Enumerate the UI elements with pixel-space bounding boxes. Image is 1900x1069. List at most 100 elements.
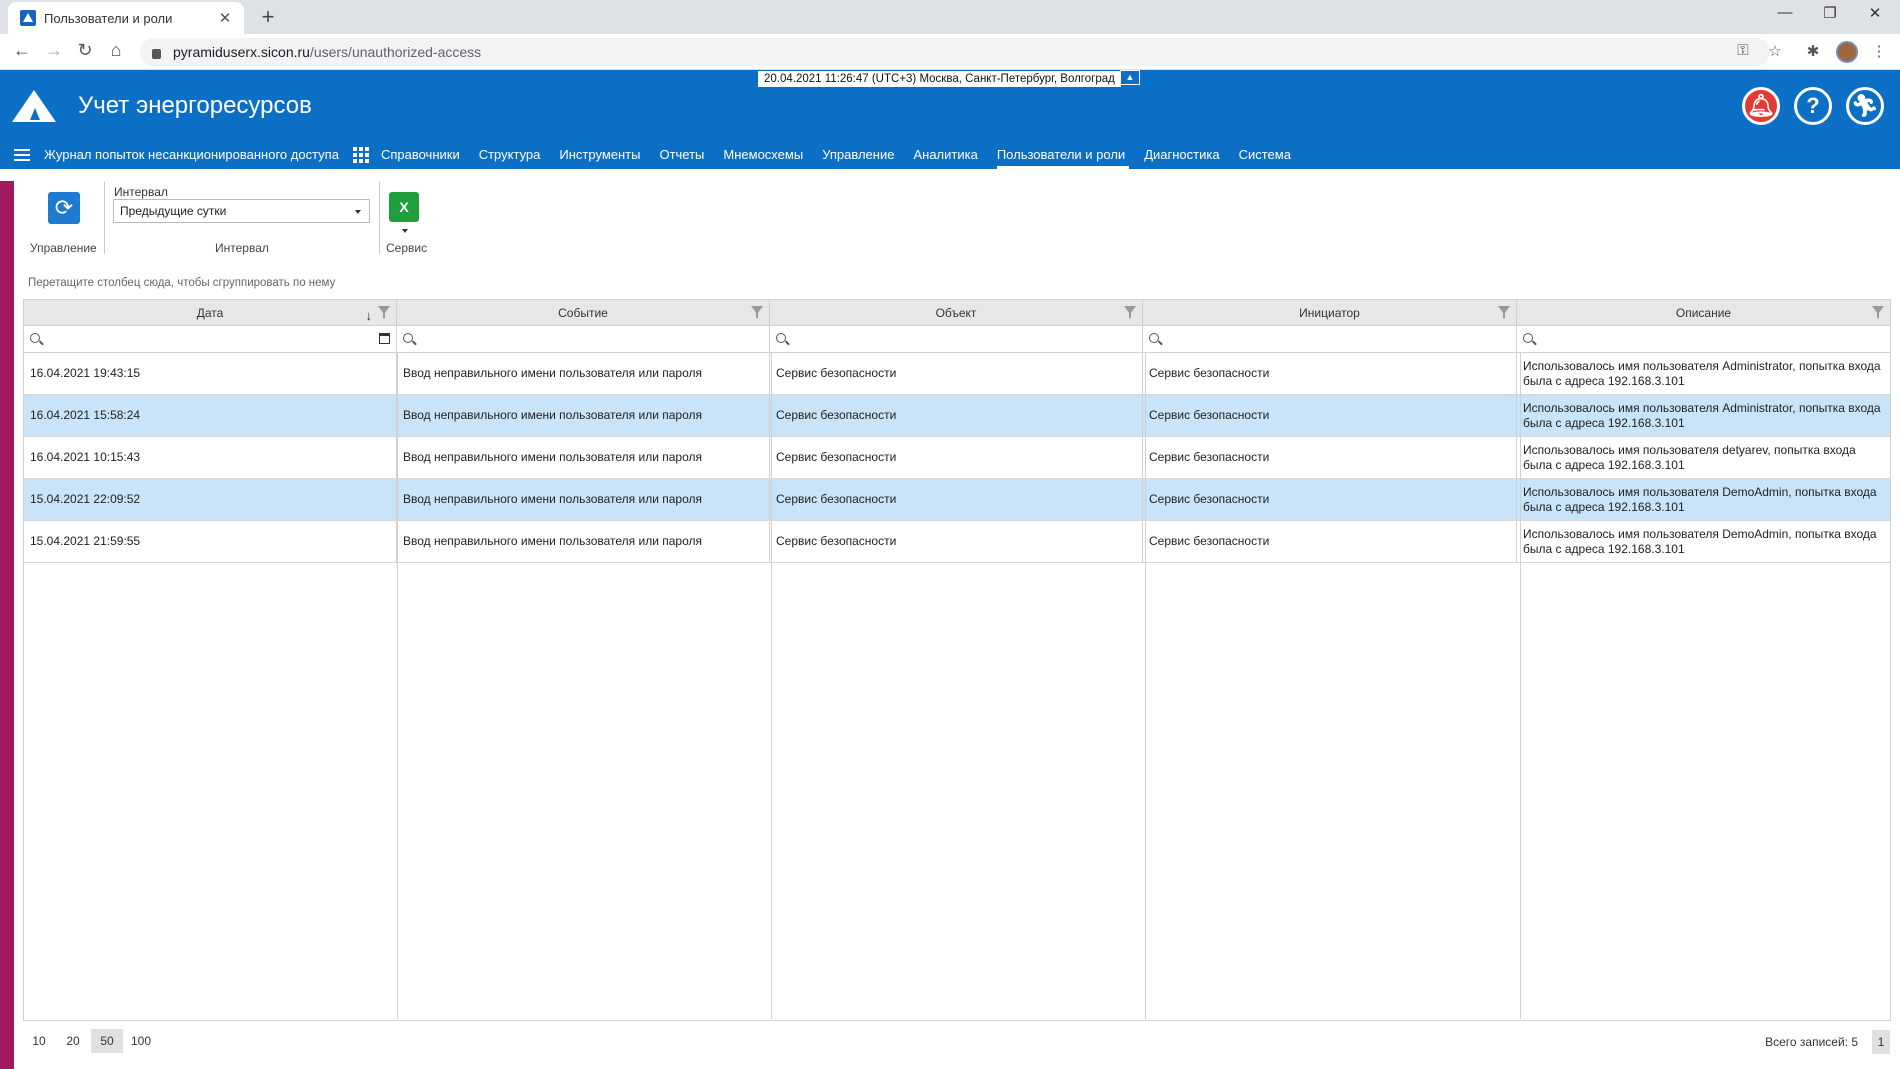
menu-item-structure[interactable]: Структура bbox=[479, 140, 541, 169]
page-size-100[interactable]: 100 bbox=[125, 1029, 157, 1053]
page-size-20[interactable]: 20 bbox=[57, 1029, 89, 1053]
filter-icon[interactable] bbox=[1124, 306, 1136, 318]
column-header-object[interactable]: Объект bbox=[770, 300, 1143, 326]
menu-item-tools[interactable]: Инструменты bbox=[559, 140, 640, 169]
new-tab-icon[interactable]: + bbox=[256, 4, 280, 30]
cell-event: Ввод неправильного имени пользователя ил… bbox=[397, 479, 770, 520]
event-filter-input[interactable] bbox=[397, 326, 770, 352]
excel-export-button[interactable]: X bbox=[389, 192, 419, 222]
interval-field-label: Интервал bbox=[114, 185, 168, 199]
table-row[interactable]: 15.04.2021 21:59:55 Ввод неправильного и… bbox=[24, 521, 1890, 563]
chevron-down-icon bbox=[355, 210, 361, 214]
table-row[interactable]: 15.04.2021 22:09:52 Ввод неправильного и… bbox=[24, 479, 1890, 521]
filter-icon[interactable] bbox=[1872, 306, 1884, 318]
interval-select[interactable]: Предыдущие сутки bbox=[113, 199, 370, 223]
menu-item-reports[interactable]: Отчеты bbox=[659, 140, 704, 169]
cell-object: Сервис безопасности bbox=[770, 395, 1143, 436]
key-icon[interactable]: ⚿ bbox=[1732, 42, 1754, 59]
cell-object: Сервис безопасности bbox=[770, 521, 1143, 562]
browser-menu-icon[interactable]: ⋮ bbox=[1868, 42, 1890, 60]
description-filter-input[interactable] bbox=[1517, 326, 1890, 352]
help-icon[interactable]: ? bbox=[1794, 87, 1832, 125]
clock-collapse-icon[interactable]: ▲ bbox=[1120, 70, 1140, 85]
cell-date: 15.04.2021 21:59:55 bbox=[24, 521, 397, 562]
column-header-date[interactable]: Дата ↓ bbox=[24, 300, 397, 326]
object-filter-input[interactable] bbox=[770, 326, 1143, 352]
menu-item-users-roles[interactable]: Пользователи и роли bbox=[996, 140, 1130, 169]
toolbar-separator bbox=[104, 182, 105, 254]
service-group-label: Сервис bbox=[386, 241, 428, 255]
browser-tabbar: Пользователи и роли ✕ + — ❐ ✕ bbox=[0, 0, 1900, 34]
cell-date: 16.04.2021 10:15:43 bbox=[24, 437, 397, 478]
main-menu: Журнал попыток несанкционированного дост… bbox=[0, 140, 1310, 169]
url-host: pyramiduserx.sicon.ru bbox=[173, 44, 310, 60]
close-window-icon[interactable]: ✕ bbox=[1860, 4, 1890, 22]
date-filter-input[interactable] bbox=[24, 326, 397, 352]
search-icon bbox=[403, 333, 413, 343]
page-size-50[interactable]: 50 bbox=[91, 1029, 123, 1053]
back-icon[interactable]: ← bbox=[10, 40, 34, 61]
menu-item-analytics[interactable]: Аналитика bbox=[913, 140, 977, 169]
cell-description: Использовалось имя пользователя Administ… bbox=[1523, 358, 1881, 388]
filter-icon[interactable] bbox=[1498, 306, 1510, 318]
filter-row bbox=[24, 326, 1890, 353]
column-divider bbox=[771, 353, 772, 1019]
cell-description: Использовалось имя пользователя DemoAdmi… bbox=[1523, 484, 1877, 514]
menu-item-control[interactable]: Управление bbox=[822, 140, 894, 169]
group-panel-hint[interactable]: Перетащите столбец сюда, чтобы сгруппиро… bbox=[28, 277, 335, 289]
page-size-10[interactable]: 10 bbox=[23, 1029, 55, 1053]
menu-journal[interactable]: Журнал попыток несанкционированного дост… bbox=[44, 147, 339, 162]
excel-dropdown-icon[interactable] bbox=[402, 229, 408, 233]
column-divider bbox=[1145, 353, 1146, 1019]
minimize-icon[interactable]: — bbox=[1770, 4, 1800, 21]
logout-runner-icon[interactable]: 🏃︎ bbox=[1846, 87, 1884, 125]
menu-item-mnemonics[interactable]: Мнемосхемы bbox=[723, 140, 803, 169]
bookmark-star-icon[interactable]: ☆ bbox=[1764, 42, 1786, 60]
filter-icon[interactable] bbox=[751, 306, 763, 318]
table-row[interactable]: 16.04.2021 10:15:43 Ввод неправильного и… bbox=[24, 437, 1890, 479]
reload-icon[interactable]: ↻ bbox=[73, 40, 97, 61]
cell-description: Использовалось имя пользователя Administ… bbox=[1523, 400, 1881, 430]
cell-object: Сервис безопасности bbox=[770, 437, 1143, 478]
menu-item-diagnostics[interactable]: Диагностика bbox=[1144, 140, 1219, 169]
home-icon[interactable]: ⌂ bbox=[104, 40, 128, 61]
cell-event: Ввод неправильного имени пользователя ил… bbox=[397, 353, 770, 394]
table-row[interactable]: 16.04.2021 15:58:24 Ввод неправильного и… bbox=[24, 395, 1890, 437]
column-header-event[interactable]: Событие bbox=[397, 300, 770, 326]
refresh-button[interactable]: ⟳ bbox=[48, 192, 80, 224]
menu-item-directories[interactable]: Справочники bbox=[381, 140, 460, 169]
app-header: Учет энергоресурсов 20.04.2021 11:26:47 … bbox=[0, 70, 1900, 169]
cell-event: Ввод неправильного имени пользователя ил… bbox=[397, 521, 770, 562]
hamburger-menu-icon[interactable] bbox=[0, 140, 44, 169]
filter-icon[interactable] bbox=[378, 306, 390, 318]
lock-icon bbox=[152, 49, 161, 59]
extensions-icon[interactable]: ✱ bbox=[1802, 42, 1824, 60]
profile-avatar[interactable] bbox=[1836, 41, 1858, 63]
page-button[interactable]: 1 bbox=[1872, 1030, 1890, 1054]
server-clock: 20.04.2021 11:26:47 (UTC+3) Москва, Санк… bbox=[757, 70, 1122, 88]
calendar-icon[interactable] bbox=[379, 333, 390, 344]
cell-date: 16.04.2021 19:43:15 bbox=[24, 353, 397, 394]
column-title: Событие bbox=[558, 306, 608, 320]
cell-date: 15.04.2021 22:09:52 bbox=[24, 479, 397, 520]
column-header-description[interactable]: Описание bbox=[1517, 300, 1890, 326]
grid-header: Дата ↓ Событие Объект Инициатор Описание bbox=[24, 300, 1890, 326]
column-header-initiator[interactable]: Инициатор bbox=[1143, 300, 1517, 326]
browser-tab[interactable]: Пользователи и роли ✕ bbox=[8, 2, 244, 34]
close-tab-icon[interactable]: ✕ bbox=[216, 9, 234, 27]
restore-icon[interactable]: ❐ bbox=[1815, 4, 1845, 22]
interval-select-value: Предыдущие сутки bbox=[120, 204, 227, 218]
app-favicon-icon bbox=[20, 10, 36, 26]
cell-object: Сервис безопасности bbox=[770, 353, 1143, 394]
tab-title: Пользователи и роли bbox=[44, 10, 173, 26]
menu-item-system[interactable]: Система bbox=[1239, 140, 1291, 169]
initiator-filter-input[interactable] bbox=[1143, 326, 1517, 352]
cell-initiator: Сервис безопасности bbox=[1143, 521, 1517, 562]
address-bar[interactable]: pyramiduserx.sicon.ru /users/unauthorize… bbox=[140, 38, 1770, 66]
cell-description: Использовалось имя пользователя detyarev… bbox=[1523, 442, 1856, 472]
apps-grid-icon[interactable] bbox=[352, 146, 369, 163]
table-row[interactable]: 16.04.2021 19:43:15 Ввод неправильного и… bbox=[24, 353, 1890, 395]
column-title: Дата bbox=[196, 306, 224, 320]
forward-icon[interactable]: → bbox=[42, 40, 66, 61]
notification-bell-icon[interactable]: 🔔︎ bbox=[1742, 87, 1780, 125]
